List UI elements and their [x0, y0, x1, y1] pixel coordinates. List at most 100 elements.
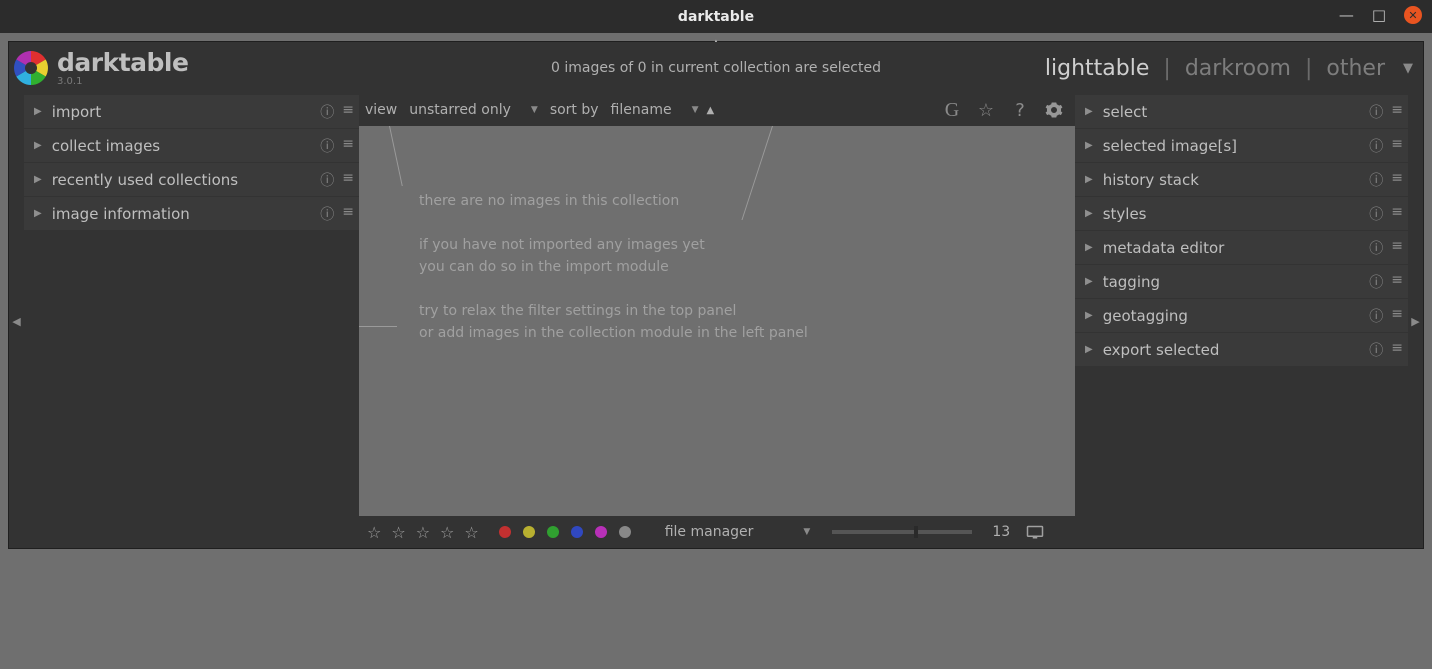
bottom-toolbar: ☆ ☆ ☆ ☆ ☆ file manager ▼ [359, 516, 1075, 548]
sort-select[interactable]: filename ▼ [611, 102, 699, 118]
module-select[interactable]: ▶ select ⓘ≡ [1075, 95, 1408, 129]
chevron-down-icon: ▼ [692, 105, 699, 115]
module-recently-used-collections[interactable]: ▶ recently used collections ⓘ≡ [24, 163, 359, 197]
module-label: history stack [1103, 171, 1370, 189]
module-tagging[interactable]: ▶ tagging ⓘ≡ [1075, 265, 1408, 299]
module-label: import [52, 103, 321, 121]
grouping-icon[interactable]: G [941, 99, 963, 122]
color-label-red[interactable] [499, 526, 511, 538]
window-title: darktable [678, 9, 754, 25]
module-collect-images[interactable]: ▶ collect images ⓘ≡ [24, 129, 359, 163]
center-column: view unstarred only ▼ sort by filename ▼… [359, 94, 1075, 548]
view-switcher: lighttable | darkroom | other ▼ [1045, 56, 1413, 81]
window-minimize-button[interactable]: — [1339, 6, 1354, 24]
star-4-icon[interactable]: ☆ [440, 523, 454, 542]
layout-mode-select[interactable]: file manager ▼ [665, 524, 811, 540]
color-label-purple[interactable] [595, 526, 607, 538]
reset-icon[interactable]: ⓘ [320, 136, 334, 156]
presets-icon[interactable]: ≡ [342, 204, 351, 224]
module-geotagging[interactable]: ▶ geotagging ⓘ≡ [1075, 299, 1408, 333]
sort-value: filename [611, 102, 672, 118]
color-label-blue[interactable] [571, 526, 583, 538]
star-2-icon[interactable]: ☆ [391, 523, 405, 542]
module-history-stack[interactable]: ▶ history stack ⓘ ≡ [1075, 163, 1408, 197]
sort-direction-button[interactable]: ▲ [707, 105, 715, 116]
chevron-down-icon: ▼ [531, 105, 538, 115]
module-metadata-editor[interactable]: ▶ metadata editor ⓘ ≡ [1075, 231, 1408, 265]
thumbnail-canvas[interactable]: there are no images in this collection i… [359, 126, 1075, 516]
view-filter-label: view [365, 102, 397, 118]
left-panel-collapse-handle[interactable]: ◀ [9, 94, 24, 548]
hint-line: there are no images in this collection [419, 190, 808, 212]
expand-icon: ▶ [1085, 242, 1093, 253]
reset-icon[interactable]: ⓘ [1369, 306, 1383, 326]
presets-icon[interactable]: ≡ [1391, 170, 1400, 190]
right-panel: ▶ select ⓘ≡ ▶ selected image[s] ⓘ≡ ▶ his… [1075, 94, 1408, 548]
main-area: ◀ ▶ import ⓘ≡ ▶ collect images ⓘ≡ ▶ rece… [9, 94, 1423, 548]
view-lighttable[interactable]: lighttable [1045, 56, 1149, 81]
view-other[interactable]: other [1326, 56, 1385, 81]
presets-icon[interactable]: ≡ [1391, 238, 1400, 258]
window-maximize-button[interactable]: □ [1372, 6, 1386, 24]
chevron-down-icon[interactable]: ▼ [1403, 61, 1413, 76]
presets-icon[interactable]: ≡ [342, 136, 351, 156]
expand-icon: ▶ [34, 106, 42, 117]
module-image-information[interactable]: ▶ image information ⓘ≡ [24, 197, 359, 231]
reset-icon[interactable]: ⓘ [1369, 204, 1383, 224]
reset-icon[interactable]: ⓘ [1369, 136, 1383, 156]
reset-icon[interactable]: ⓘ [1369, 340, 1383, 360]
module-export-selected[interactable]: ▶ export selected ⓘ≡ [1075, 333, 1408, 367]
presets-icon[interactable]: ≡ [1391, 136, 1400, 156]
reset-icon[interactable]: ⓘ [1369, 170, 1383, 190]
reset-icon[interactable]: ⓘ [320, 102, 334, 122]
color-label-yellow[interactable] [523, 526, 535, 538]
module-selected-images[interactable]: ▶ selected image[s] ⓘ≡ [1075, 129, 1408, 163]
help-icon[interactable]: ? [1009, 100, 1031, 121]
view-darkroom[interactable]: darkroom [1185, 56, 1291, 81]
presets-icon[interactable]: ≡ [1391, 102, 1400, 122]
presets-icon[interactable]: ≡ [342, 102, 351, 122]
module-import[interactable]: ▶ import ⓘ ≡ [24, 95, 359, 129]
color-label-grey[interactable] [619, 526, 631, 538]
presets-icon[interactable]: ≡ [1391, 340, 1400, 360]
module-label: styles [1103, 205, 1370, 223]
reset-icon[interactable]: ⓘ [320, 170, 334, 190]
presets-icon[interactable]: ≡ [1391, 272, 1400, 292]
sort-label: sort by [550, 102, 599, 118]
color-label-green[interactable] [547, 526, 559, 538]
presets-icon[interactable]: ≡ [1391, 306, 1400, 326]
expand-icon: ▶ [34, 140, 42, 151]
presets-icon[interactable]: ≡ [342, 170, 351, 190]
slider-knob[interactable] [914, 526, 918, 538]
star-3-icon[interactable]: ☆ [416, 523, 430, 542]
reset-icon[interactable]: ⓘ [1369, 272, 1383, 292]
thumbnail-zoom-slider[interactable] [832, 530, 972, 534]
reset-icon[interactable]: ⓘ [320, 204, 334, 224]
module-styles[interactable]: ▶ styles ⓘ ≡ [1075, 197, 1408, 231]
overlay-star-icon[interactable]: ☆ [975, 100, 997, 121]
module-label: recently used collections [52, 171, 321, 189]
reset-icon[interactable]: ⓘ [1369, 238, 1383, 258]
star-5-icon[interactable]: ☆ [464, 523, 478, 542]
reset-icon[interactable]: ⓘ [1369, 102, 1383, 122]
expand-icon: ▶ [1085, 276, 1093, 287]
expand-icon: ▶ [1085, 208, 1093, 219]
star-1-icon[interactable]: ☆ [367, 523, 381, 542]
guide-line [359, 326, 397, 327]
right-panel-collapse-handle[interactable]: ▶ [1408, 94, 1423, 548]
expand-icon: ▶ [1085, 174, 1093, 185]
color-label-filter [499, 526, 631, 538]
module-label: geotagging [1103, 307, 1370, 325]
view-filter-select[interactable]: unstarred only ▼ [409, 102, 538, 118]
timeline-strip[interactable] [8, 549, 1424, 661]
hint-line: you can do so in the import module [419, 256, 808, 278]
presets-icon[interactable]: ≡ [1391, 204, 1400, 224]
preferences-gear-icon[interactable] [1043, 101, 1065, 119]
window-close-button[interactable]: ✕ [1404, 6, 1422, 24]
app-window: ▲ darktable 3.0.1 0 images of 0 in curre [8, 41, 1424, 549]
collection-status-text: 0 images of 0 in current collection are … [551, 60, 881, 76]
module-label: metadata editor [1103, 239, 1370, 257]
star-rating-filter: ☆ ☆ ☆ ☆ ☆ [367, 523, 479, 542]
display-profile-icon[interactable] [1026, 525, 1044, 540]
module-label: export selected [1103, 341, 1370, 359]
